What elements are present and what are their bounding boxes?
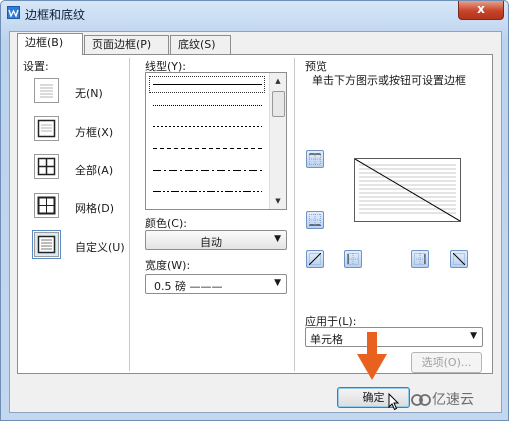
- preview-area[interactable]: [354, 158, 461, 222]
- all-borders-icon[interactable]: [34, 154, 59, 179]
- color-label: 颜色(C):: [145, 217, 187, 230]
- preview-hint: 单击下方图示或按钮可设置边框: [312, 74, 466, 87]
- chevron-down-icon: ▼: [470, 331, 477, 341]
- title-bar[interactable]: 边框和底纹 x: [1, 1, 508, 25]
- close-button[interactable]: x: [458, 1, 504, 20]
- diagonal-up-icon: [309, 253, 321, 265]
- watermark-text: 亿速云: [432, 392, 474, 408]
- setting-custom-label[interactable]: 自定义(U): [75, 239, 125, 255]
- chevron-down-icon: ▼: [274, 234, 281, 244]
- divider: [294, 58, 295, 371]
- arrow-down-icon: [357, 332, 387, 380]
- width-label: 宽度(W):: [145, 259, 191, 272]
- diagonal-down-icon: [453, 253, 465, 265]
- box-border-icon[interactable]: [34, 116, 59, 141]
- diagonal-up-button[interactable]: [306, 250, 324, 268]
- scroll-down-icon[interactable]: ▼: [272, 195, 284, 207]
- cursor-icon: [388, 393, 400, 411]
- width-dropdown[interactable]: 0.5 磅 ——— ▼: [145, 274, 287, 294]
- scroll-up-icon[interactable]: ▲: [272, 75, 284, 87]
- tab-page-border[interactable]: 页面边框(P): [84, 35, 169, 54]
- setting-box-label[interactable]: 方框(X): [75, 124, 113, 140]
- dialog-title: 边框和底纹: [25, 8, 86, 22]
- divider: [129, 58, 130, 371]
- border-top-icon: [309, 153, 321, 165]
- setting-none-label[interactable]: 无(N): [75, 85, 103, 101]
- settings-heading: 设置:: [23, 60, 49, 73]
- preview-diagonal-icon: [355, 159, 460, 221]
- border-left-icon: [347, 253, 359, 265]
- color-dropdown[interactable]: 自动 ▼: [145, 230, 287, 250]
- line-style-list[interactable]: ▲ ▼: [145, 72, 287, 210]
- line-style-scrollbar[interactable]: ▲ ▼: [269, 73, 286, 209]
- setting-all-label[interactable]: 全部(A): [75, 162, 113, 178]
- width-value: 0.5 磅 ———: [154, 280, 223, 293]
- custom-border-icon[interactable]: [32, 230, 61, 259]
- options-button[interactable]: 选项(O)...: [411, 352, 482, 373]
- grid-border-icon[interactable]: [34, 193, 59, 218]
- tab-borders[interactable]: 边框(B): [17, 33, 83, 55]
- top-border-button[interactable]: [306, 150, 324, 168]
- diagonal-down-button[interactable]: [450, 250, 468, 268]
- right-border-button[interactable]: [411, 250, 429, 268]
- color-value: 自动: [200, 236, 222, 249]
- bottom-border-button[interactable]: [306, 211, 324, 229]
- line-style-options[interactable]: [146, 73, 270, 209]
- left-border-button[interactable]: [344, 250, 362, 268]
- chevron-down-icon: ▼: [274, 278, 281, 288]
- apply-to-value: 单元格: [310, 333, 343, 346]
- apply-to-dropdown[interactable]: 单元格 ▼: [305, 327, 483, 347]
- app-icon: [7, 6, 20, 19]
- no-border-icon[interactable]: [34, 78, 59, 103]
- tab-shading[interactable]: 底纹(S): [170, 35, 231, 54]
- setting-grid-label[interactable]: 网格(D): [75, 200, 114, 216]
- border-bottom-icon: [309, 214, 321, 226]
- watermark-logo-icon: [411, 394, 431, 406]
- scroll-thumb[interactable]: [272, 91, 285, 117]
- border-right-icon: [414, 253, 426, 265]
